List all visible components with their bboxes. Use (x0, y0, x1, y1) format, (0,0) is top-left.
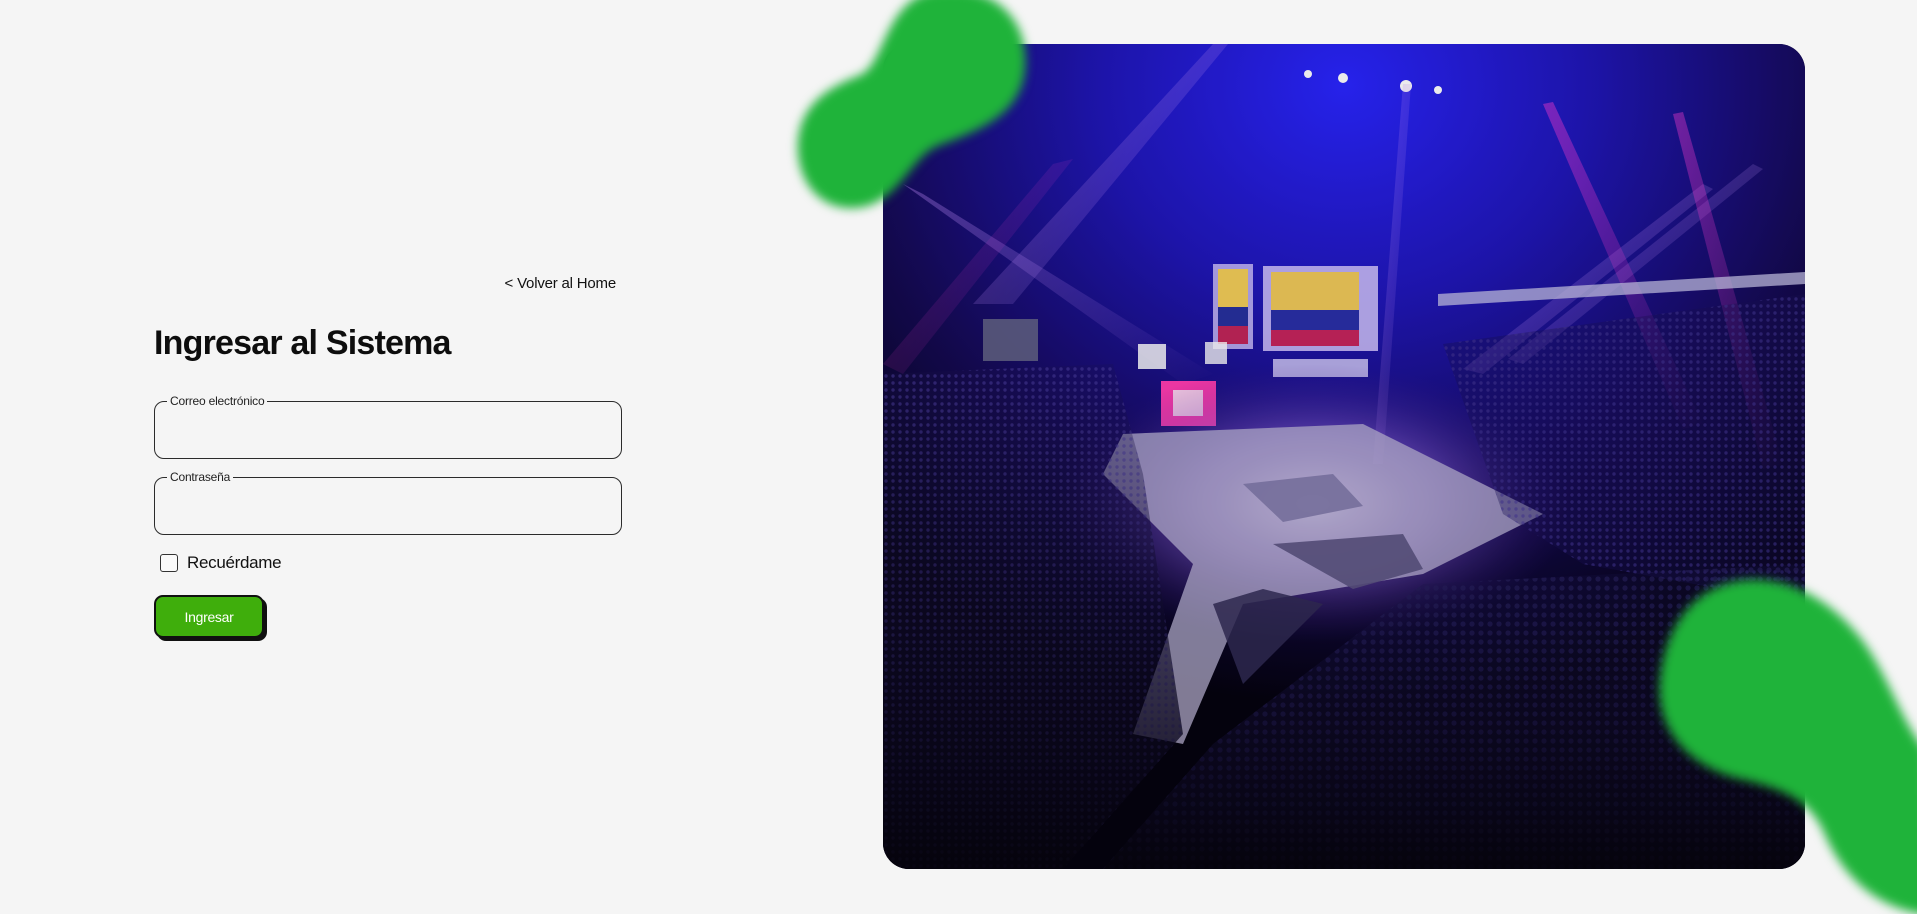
login-button[interactable]: Ingresar (154, 595, 264, 638)
decorative-blob-bottom (1659, 579, 1917, 914)
remember-me-label: Recuérdame (187, 553, 282, 572)
password-field[interactable]: Contraseña (154, 470, 622, 535)
email-field-label: Correo electrónico (167, 394, 268, 408)
remember-me-checkbox[interactable] (160, 554, 178, 572)
login-page: < Volver al Home Ingresar al Sistema Cor… (0, 0, 1917, 914)
page-title: Ingresar al Sistema (154, 324, 451, 362)
back-to-home-link[interactable]: < Volver al Home (505, 275, 617, 292)
password-input[interactable] (169, 494, 609, 524)
decorative-blob-top (797, 0, 1026, 209)
email-field[interactable]: Correo electrónico (154, 394, 622, 459)
password-field-label: Contraseña (167, 470, 234, 484)
remember-me-option[interactable]: Recuérdame (160, 553, 282, 573)
email-input[interactable] (169, 418, 609, 448)
